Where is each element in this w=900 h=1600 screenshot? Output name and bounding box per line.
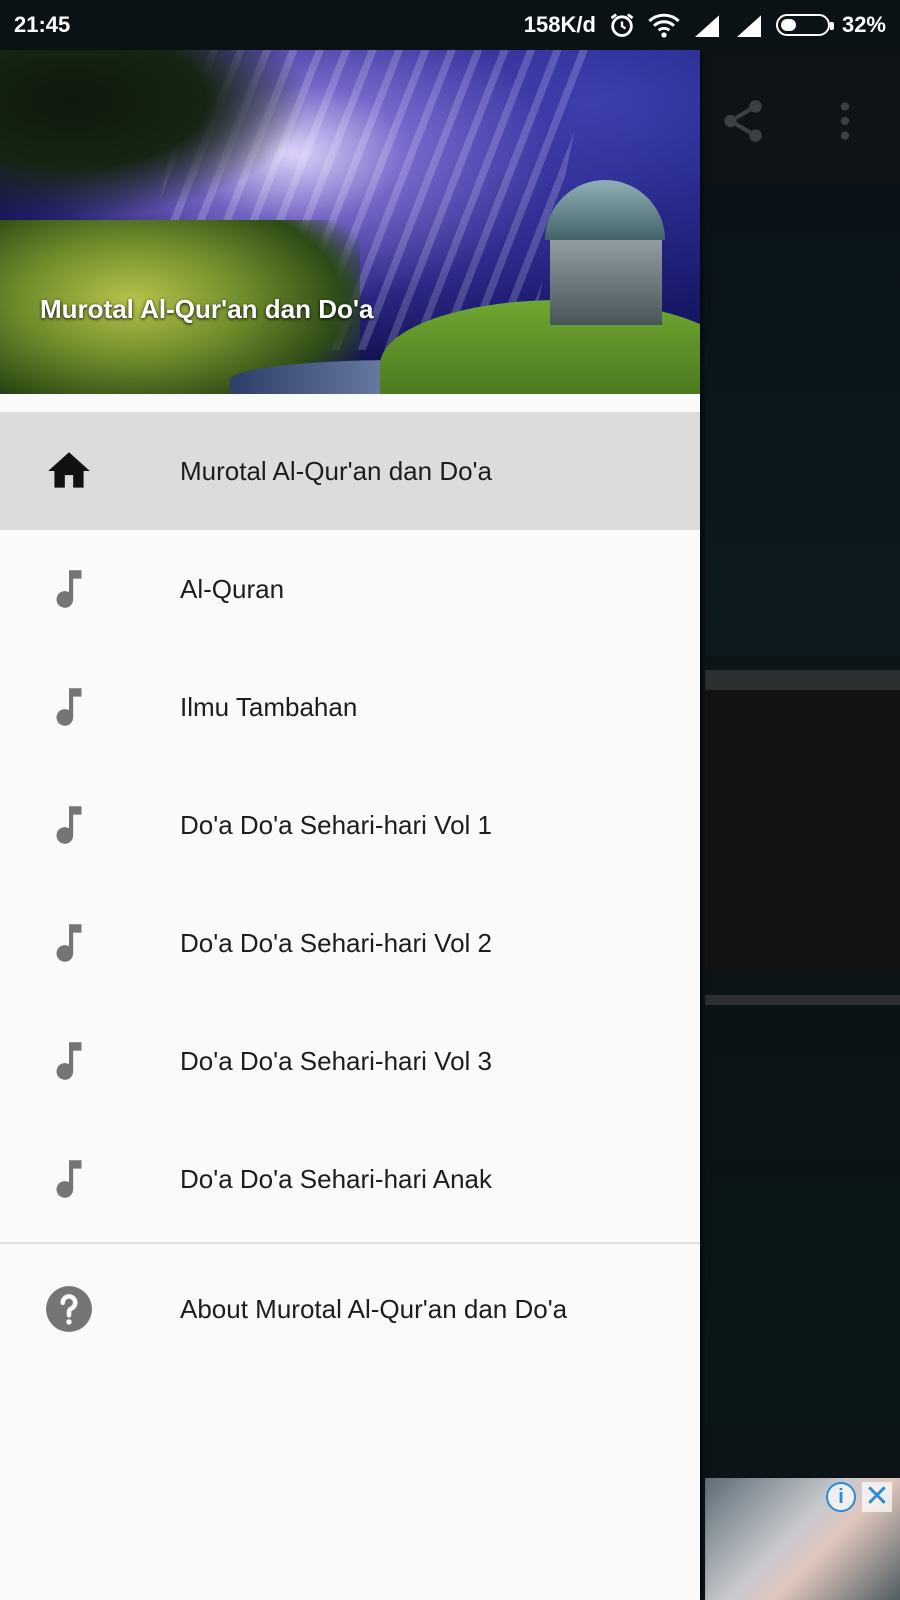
navigation-drawer: Murotal Al-Qur'an dan Do'a Murotal Al-Qu…: [0, 50, 700, 1600]
menu-item-doa-vol-3[interactable]: Do'a Do'a Sehari-hari Vol 3: [0, 1002, 700, 1120]
menu-item-doa-vol-2[interactable]: Do'a Do'a Sehari-hari Vol 2: [0, 884, 700, 1002]
menu-item-label: Ilmu Tambahan: [180, 691, 358, 722]
help-icon: [46, 1286, 92, 1332]
menu-item-label: Murotal Al-Qur'an dan Do'a: [180, 455, 492, 486]
music-note-icon: [56, 688, 82, 726]
music-note-icon: [56, 806, 82, 844]
info-icon[interactable]: i: [826, 1482, 856, 1512]
signal-icon: [694, 15, 719, 37]
menu-item-label: Do'a Do'a Sehari-hari Anak: [180, 1163, 492, 1194]
home-icon: [48, 452, 90, 488]
background-card: [705, 690, 900, 970]
more-vert-icon[interactable]: [820, 96, 870, 146]
ad-banner[interactable]: i ✕: [705, 1478, 900, 1600]
background-divider: [705, 670, 900, 692]
background-card: [705, 1005, 900, 1425]
menu-item-al-quran[interactable]: Al-Quran: [0, 530, 700, 648]
battery-icon: [775, 14, 834, 36]
signal-icon: [736, 15, 761, 37]
music-note-icon: [56, 570, 82, 608]
network-speed: 158K/d: [523, 12, 596, 37]
menu-divider: [0, 1242, 700, 1244]
menu-item-label: Do'a Do'a Sehari-hari Vol 1: [180, 809, 492, 840]
menu-item-label: Do'a Do'a Sehari-hari Vol 3: [180, 1045, 492, 1076]
drawer-header: Murotal Al-Qur'an dan Do'a: [0, 50, 700, 394]
battery-percent: 32%: [841, 12, 886, 37]
menu-item-label: Al-Quran: [180, 573, 285, 604]
music-note-icon: [56, 1160, 82, 1198]
drawer-header-title: Murotal Al-Qur'an dan Do'a: [40, 294, 374, 324]
share-icon[interactable]: [718, 96, 768, 146]
menu-item-ilmu-tambahan[interactable]: Ilmu Tambahan: [0, 648, 700, 766]
music-note-icon: [56, 924, 82, 962]
menu-item-label: About Murotal Al-Qur'an dan Do'a: [180, 1293, 568, 1324]
status-time: 21:45: [14, 12, 71, 37]
status-bar: 21:45 158K/d 32%: [0, 0, 900, 50]
status-icons: 158K/d 32%: [524, 11, 886, 39]
wifi-icon: [648, 13, 680, 38]
music-note-icon: [56, 1042, 82, 1080]
menu-item-home[interactable]: Murotal Al-Qur'an dan Do'a: [0, 412, 700, 530]
menu-item-doa-vol-1[interactable]: Do'a Do'a Sehari-hari Vol 1: [0, 766, 700, 884]
close-icon[interactable]: ✕: [862, 1482, 892, 1512]
background-card: [705, 186, 900, 656]
alarm-icon: [610, 13, 634, 37]
drawer-menu: Murotal Al-Qur'an dan Do'a Al-Quran Ilmu…: [0, 412, 700, 1368]
menu-item-about[interactable]: About Murotal Al-Qur'an dan Do'a: [0, 1250, 700, 1368]
menu-item-label: Do'a Do'a Sehari-hari Vol 2: [180, 927, 492, 958]
menu-item-doa-anak[interactable]: Do'a Do'a Sehari-hari Anak: [0, 1120, 700, 1238]
